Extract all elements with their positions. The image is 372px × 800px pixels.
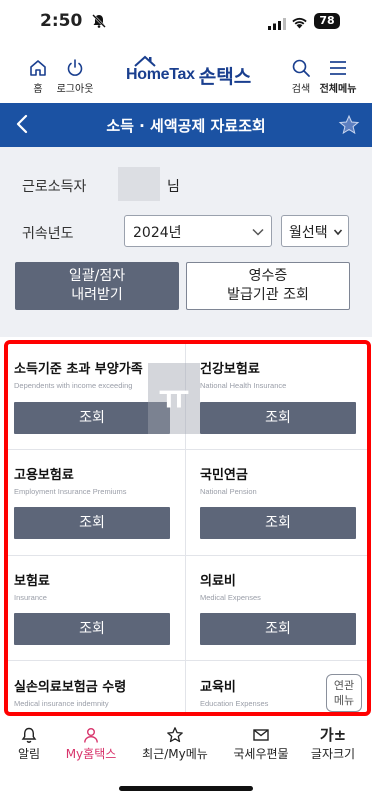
hamburger-icon <box>330 61 346 75</box>
card-title-health-insurance: 건강보험료 <box>200 362 260 377</box>
logout-label: 로그아웃 <box>56 84 94 95</box>
year-label: 귀속년도 <box>22 226 74 242</box>
card-title-medical-expenses: 의료비 <box>200 574 236 589</box>
tab-text-size[interactable]: 가± 글자크기 <box>306 726 360 762</box>
grid-divider <box>8 660 367 661</box>
employment-insurance-inquiry-button[interactable]: 조회 <box>14 507 170 539</box>
receipt-issuer-line2: 발급기관 조회 <box>227 287 309 303</box>
tab-text-size-label: 글자크기 <box>310 747 356 761</box>
wifi-icon <box>291 14 308 33</box>
search-icon <box>292 59 310 77</box>
page-title: 소득 · 세액공제 자료조회 <box>106 117 266 135</box>
card-subtitle-national-pension: National Pension <box>200 487 257 496</box>
dependents-inquiry-button[interactable]: 조회 <box>14 402 170 434</box>
bulk-download-line1: 일괄/점자 <box>68 268 126 284</box>
star-icon <box>167 727 183 743</box>
hometax-logo[interactable]: HomeTax 손택스 <box>126 55 252 90</box>
home-indicator <box>119 786 253 791</box>
related-menu-line1: 연관 <box>333 679 355 692</box>
tab-recent-my-menu-label: 최근/My메뉴 <box>142 747 208 761</box>
favorite-star-icon[interactable] <box>338 114 360 140</box>
card-subtitle-education: Education Expenses <box>200 699 269 708</box>
deduction-card-grid: 소득기준 초과 부양가족 Dependents with income exce… <box>8 344 367 716</box>
home-button[interactable]: 홈 <box>24 58 52 95</box>
card-title-employment-insurance: 고용보험료 <box>14 468 74 483</box>
chevron-down-icon <box>333 229 343 236</box>
bulk-download-line2: 내려받기 <box>71 287 123 303</box>
grid-divider <box>8 449 367 450</box>
tab-tax-mail-label: 국세우편물 <box>233 747 289 761</box>
all-menu-button[interactable]: 전체메뉴 <box>318 58 358 95</box>
earner-label: 근로소득자 <box>22 179 87 195</box>
mail-icon <box>253 729 269 741</box>
tab-tax-mail[interactable]: 국세우편물 <box>229 726 293 762</box>
card-title-insurance: 보험료 <box>14 574 50 589</box>
battery-indicator: 78 <box>314 13 340 29</box>
tab-my-hometax[interactable]: My홈택스 <box>60 726 122 762</box>
bulk-download-button[interactable]: 일괄/점자 내려받기 <box>15 262 179 310</box>
card-subtitle-employment-insurance: Employment Insurance Premiums <box>14 487 127 496</box>
related-menu-button[interactable]: 연관 메뉴 <box>326 674 362 712</box>
silent-bell-icon <box>91 13 107 33</box>
home-icon <box>30 60 46 76</box>
signal-icon <box>268 15 286 34</box>
title-bar: 소득 · 세액공제 자료조회 <box>0 103 372 147</box>
masked-name <box>118 167 160 201</box>
bell-icon <box>21 727 37 743</box>
card-subtitle-insurance: Insurance <box>14 593 47 602</box>
watermark-overlay: ㅠ <box>148 363 200 434</box>
logout-button[interactable]: 로그아웃 <box>54 58 96 95</box>
status-bar: 2:50 78 <box>0 0 372 46</box>
related-menu-line2: 메뉴 <box>333 694 355 707</box>
card-title-dependents: 소득기준 초과 부양가족 <box>14 362 143 377</box>
power-icon <box>67 59 83 76</box>
earner-suffix: 님 <box>167 179 180 195</box>
receipt-issuer-line1: 영수증 <box>248 268 288 284</box>
year-select[interactable]: 2024년 <box>124 215 272 247</box>
logo-text-ko: 손택스 <box>198 65 252 88</box>
card-subtitle-medical-expenses: Medical Expenses <box>200 593 261 602</box>
logo-text-en: HomeTax <box>126 66 195 83</box>
tab-alerts-label: 알림 <box>17 747 41 761</box>
grid-divider <box>8 555 367 556</box>
card-title-national-pension: 국민연금 <box>200 468 248 483</box>
chevron-down-icon <box>252 228 264 236</box>
text-size-icon: 가± <box>319 726 347 744</box>
top-nav: 홈 로그아웃 HomeTax 손택스 검색 전체메뉴 <box>0 52 372 102</box>
month-select-value: 월선택 <box>289 225 328 241</box>
person-icon <box>84 728 98 743</box>
status-time: 2:50 <box>40 11 83 31</box>
search-form: 근로소득자 님 귀속년도 2024년 월선택 일괄/점자 내려받기 영수증 발급… <box>0 147 372 337</box>
month-select[interactable]: 월선택 <box>281 215 349 247</box>
card-title-education: 교육비 <box>200 680 236 695</box>
tab-my-hometax-label: My홈택스 <box>65 747 117 761</box>
national-pension-inquiry-button[interactable]: 조회 <box>200 507 356 539</box>
tab-recent-my-menu[interactable]: 최근/My메뉴 <box>137 726 213 762</box>
health-insurance-inquiry-button[interactable]: 조회 <box>200 402 356 434</box>
card-subtitle-health-insurance: National Health Insurance <box>200 381 287 390</box>
bottom-tab-bar: 알림 My홈택스 최근/My메뉴 국세우편물 가± 글자크기 <box>0 722 372 766</box>
tab-alerts[interactable]: 알림 <box>8 726 50 762</box>
medical-expenses-inquiry-button[interactable]: 조회 <box>200 613 356 645</box>
year-select-value: 2024년 <box>133 225 182 241</box>
search-label: 검색 <box>291 84 311 95</box>
receipt-issuer-button[interactable]: 영수증 발급기관 조회 <box>186 262 350 310</box>
home-label: 홈 <box>33 84 43 95</box>
all-menu-label: 전체메뉴 <box>319 84 357 95</box>
card-subtitle-indemnity: Medical insurance indemnity <box>14 699 109 708</box>
card-title-indemnity: 실손의료보험금 수령 <box>14 680 127 695</box>
insurance-inquiry-button[interactable]: 조회 <box>14 613 170 645</box>
search-button[interactable]: 검색 <box>286 58 316 95</box>
card-subtitle-dependents: Dependents with income exceeding <box>14 381 133 390</box>
